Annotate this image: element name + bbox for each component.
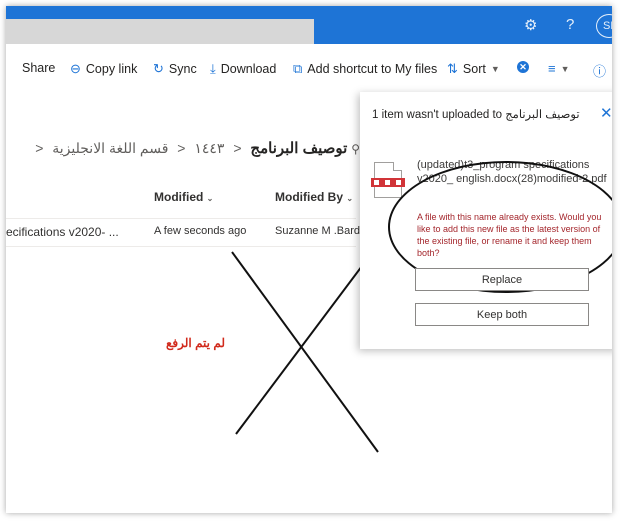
replace-button[interactable]: Replace — [415, 268, 589, 291]
annotation-not-uploaded: لم يتم الرفع — [166, 336, 225, 350]
screenshot-frame: ⚙ ? SB Share ⊖ Copy link ↻ Sync ⤓ Downlo… — [6, 6, 612, 513]
panel-title: 1 item wasn't uploaded to توصيف البرنامج — [372, 109, 580, 121]
close-icon[interactable]: ✕ — [600, 104, 612, 122]
keep-both-button[interactable]: Keep both — [415, 303, 589, 326]
pdf-file-icon — [371, 162, 405, 198]
